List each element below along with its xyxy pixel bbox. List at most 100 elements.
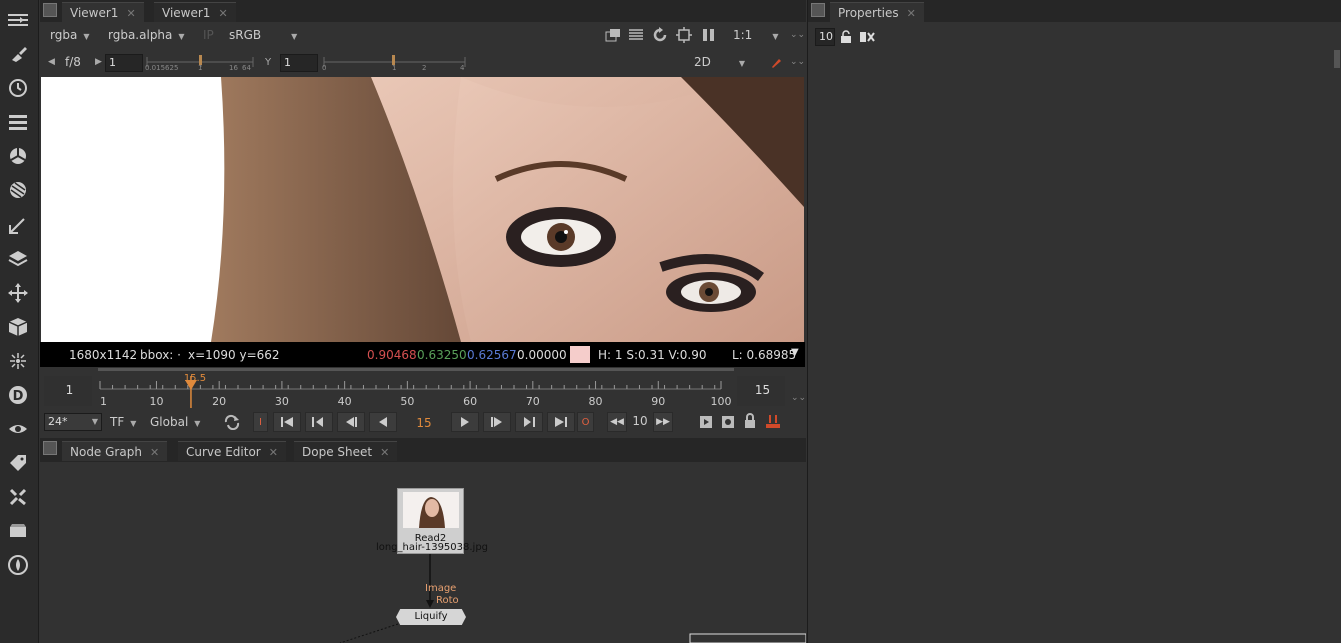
- unlock-icon[interactable]: [840, 30, 854, 44]
- layers-icon[interactable]: [6, 247, 30, 271]
- render-icon[interactable]: [721, 415, 735, 429]
- gain-slider[interactable]: 0.015625 1 16 64: [145, 54, 255, 72]
- channels-icon[interactable]: [6, 110, 30, 134]
- current-frame-input[interactable]: 15: [402, 414, 446, 432]
- out-point-button[interactable]: O: [577, 412, 594, 432]
- skip-back-button[interactable]: ◀◀: [607, 412, 627, 432]
- green-value: 0.63250: [417, 348, 467, 362]
- red-value: 0.90468: [367, 348, 417, 362]
- close-icon[interactable]: ✕: [218, 7, 227, 20]
- menu-icon[interactable]: [6, 8, 30, 32]
- timeline-track[interactable]: 1 10 20 30 40 50 60 70 80 90 100 15.5: [98, 368, 734, 408]
- chevron-down-icon: ▼: [738, 59, 746, 68]
- transform-icon[interactable]: [6, 281, 30, 305]
- next-fstop-icon[interactable]: ▶: [95, 57, 102, 67]
- particles-icon[interactable]: [6, 349, 30, 373]
- loop-icon[interactable]: [223, 414, 243, 430]
- close-icon[interactable]: ✕: [126, 7, 135, 20]
- clear-panels-icon[interactable]: [860, 31, 876, 43]
- liquify-node-name: Liquify: [414, 611, 448, 622]
- fps-dropdown[interactable]: 24* ▼: [44, 413, 102, 431]
- layer-dropdown[interactable]: rgba.alpha ▼: [108, 26, 185, 44]
- skip-forward-button[interactable]: ▶▶: [653, 412, 673, 432]
- next-keyframe-button[interactable]: [515, 412, 543, 432]
- gamma-slider[interactable]: 0 1 2 4: [322, 54, 467, 72]
- collapse-icon[interactable]: ⌄⌄: [790, 30, 805, 40]
- wrench-icon[interactable]: [6, 485, 30, 509]
- first-frame-button[interactable]: [273, 412, 301, 432]
- fstop-value: f/8: [65, 55, 81, 69]
- lock-icon[interactable]: [743, 413, 757, 429]
- out-frame-input[interactable]: 15: [737, 376, 785, 406]
- in-point-button[interactable]: I: [253, 412, 268, 432]
- eye-icon[interactable]: [6, 417, 30, 441]
- record-icon[interactable]: [765, 413, 781, 429]
- colorspace-value: sRGB: [229, 28, 262, 42]
- in-frame-input[interactable]: 1: [44, 376, 92, 406]
- gain-input[interactable]: 1: [105, 54, 143, 72]
- timecode-dropdown[interactable]: TF ▼: [110, 413, 136, 431]
- channel-dropdown[interactable]: rgba ▼: [50, 26, 89, 44]
- tab-properties[interactable]: Properties ✕: [830, 2, 924, 22]
- scrollbar-thumb[interactable]: [1334, 50, 1340, 68]
- roi-icon[interactable]: [676, 27, 692, 43]
- gain-ticks: 0.015625 1 16 64: [145, 64, 255, 72]
- collapse-icon[interactable]: ⌄⌄: [790, 57, 805, 67]
- cube-icon[interactable]: [6, 315, 30, 339]
- chevron-down-icon[interactable]: ▼: [791, 347, 799, 358]
- range-dropdown[interactable]: Global ▼: [150, 413, 200, 431]
- prev-fstop-icon[interactable]: ◀: [48, 57, 55, 67]
- last-frame-button[interactable]: [547, 412, 575, 432]
- view-mode-dropdown[interactable]: 2D ▼: [694, 53, 745, 71]
- tool-sidebar: D: [0, 0, 39, 643]
- timeline-tick-label: 60: [463, 395, 477, 408]
- viewer-toolbar-row2: ◀ f/8 ▶ 1 0.015625 1 16 64 Y 1 0 1 2 4 2D ▼ ⌄⌄: [40, 52, 806, 74]
- viewer-toolbar-row1: rgba ▼ rgba.alpha ▼ IP sRGB ▼ 1:1 ▼ ⌄⌄: [40, 25, 806, 47]
- refresh-icon[interactable]: [652, 27, 668, 43]
- panel-menu-icon[interactable]: [43, 3, 57, 17]
- range-value: Global: [150, 415, 189, 429]
- tab-viewer1-second[interactable]: Viewer1 ✕: [154, 2, 236, 22]
- play-forward-button[interactable]: [451, 412, 479, 432]
- increment-input[interactable]: 10: [630, 414, 650, 428]
- close-icon[interactable]: ✕: [907, 7, 916, 20]
- flame-icon[interactable]: [6, 553, 30, 577]
- wipe-icon[interactable]: [605, 28, 621, 42]
- y-label: Y: [265, 57, 272, 68]
- ip-button[interactable]: IP: [203, 26, 214, 44]
- flipbook-icon[interactable]: [699, 415, 713, 429]
- playhead-label: 15.5: [184, 373, 206, 384]
- tab-viewer1[interactable]: Viewer1 ✕: [62, 2, 144, 22]
- zoom-dropdown[interactable]: 1:1 ▼: [733, 26, 778, 44]
- max-panels-input[interactable]: 10: [815, 28, 835, 46]
- clock-icon[interactable]: [6, 76, 30, 100]
- panel-menu-icon[interactable]: [811, 3, 825, 17]
- prev-frame-button[interactable]: [337, 412, 365, 432]
- color-wheel-icon[interactable]: [6, 144, 30, 168]
- folder-icon[interactable]: [6, 519, 30, 543]
- sphere-icon[interactable]: [6, 178, 30, 202]
- timeline-tick-label: 1: [100, 395, 107, 408]
- gamma-input[interactable]: 1: [280, 54, 318, 72]
- color-picker-icon[interactable]: [770, 56, 782, 68]
- chevron-down-icon: ▼: [83, 32, 90, 41]
- hsv-text: H: 1 S:0.31 V:0.90: [598, 348, 707, 362]
- collapse-icon[interactable]: ⌄⌄: [791, 393, 806, 403]
- timeline: 1 1 10 20 30 40 50 60 70 80 90 100 15.5 15 ⌄⌄: [40, 368, 806, 410]
- fstop-label: f/8: [65, 53, 81, 71]
- viewer-image[interactable]: [41, 77, 804, 342]
- filter-icon[interactable]: [6, 213, 30, 237]
- tag-icon[interactable]: [6, 451, 30, 475]
- paint-brush-icon[interactable]: [6, 42, 30, 66]
- list-icon[interactable]: [628, 28, 644, 42]
- timeline-tick-label: 40: [338, 395, 352, 408]
- next-frame-button[interactable]: [483, 412, 511, 432]
- properties-panel: Properties ✕ 10: [807, 0, 1341, 643]
- d-icon[interactable]: D: [6, 383, 30, 407]
- play-backward-button[interactable]: [369, 412, 397, 432]
- prev-keyframe-button[interactable]: [305, 412, 333, 432]
- pause-icon[interactable]: [702, 28, 716, 42]
- liquify-node[interactable]: Liquify: [396, 609, 466, 625]
- tf-value: TF: [110, 415, 125, 429]
- colorspace-dropdown[interactable]: sRGB ▼: [229, 26, 297, 44]
